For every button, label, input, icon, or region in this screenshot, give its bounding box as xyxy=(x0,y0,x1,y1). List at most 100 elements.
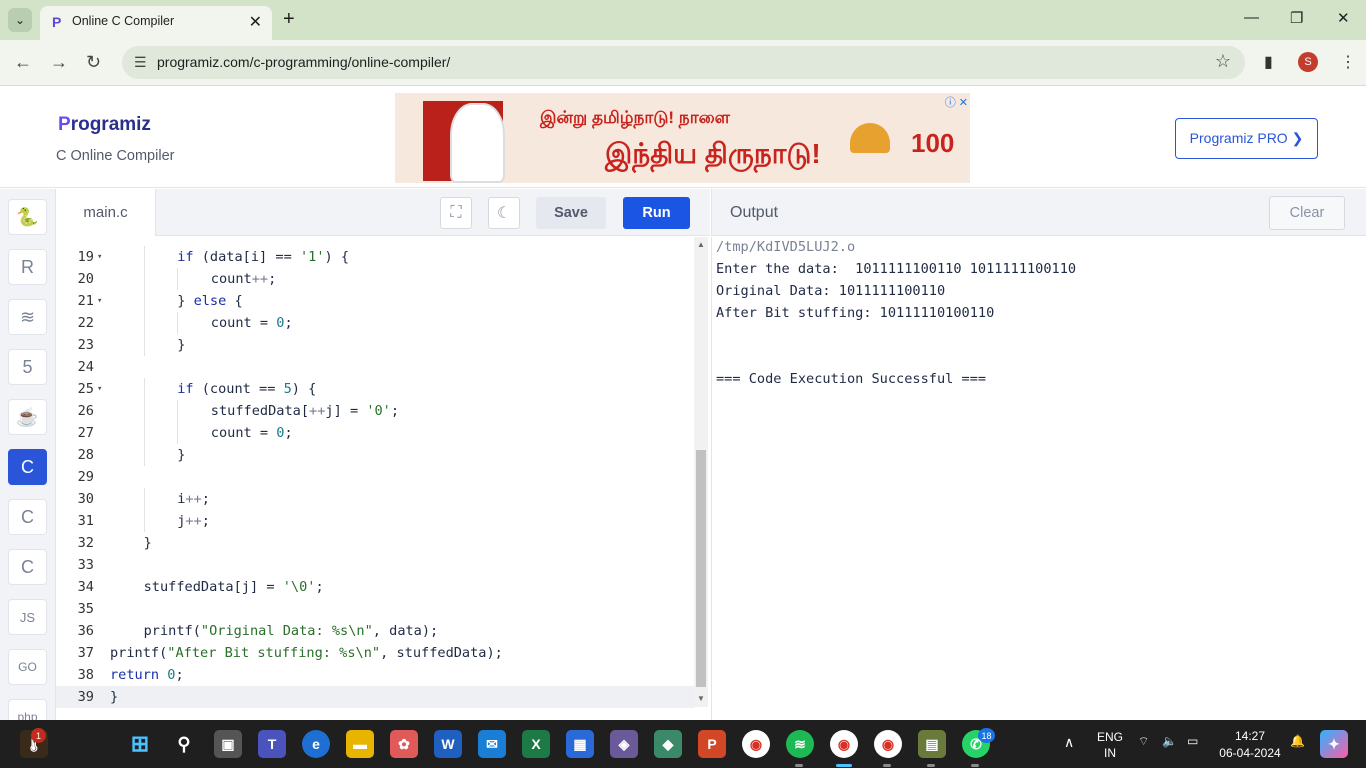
mail-icon[interactable]: ✉ xyxy=(478,730,506,758)
editor-scrollbar[interactable]: ▲ ▼ xyxy=(694,237,708,707)
r-icon[interactable]: R xyxy=(8,249,47,285)
code-line[interactable]: 26 stuffedData[++j] = '0'; xyxy=(56,400,694,422)
chrome-profile-2-icon[interactable]: ◉ xyxy=(874,730,902,758)
code-line[interactable]: 22 count = 0; xyxy=(56,312,694,334)
menu-kebab-icon[interactable]: ⋮ xyxy=(1340,52,1356,72)
tab-close-icon[interactable]: ✕ xyxy=(249,12,262,32)
code-text[interactable]: printf("After Bit stuffing: %s\n", stuff… xyxy=(110,642,503,664)
cpp-icon[interactable]: C xyxy=(8,499,47,535)
url-text[interactable]: programiz.com/c-programming/online-compi… xyxy=(157,54,450,70)
search-icon[interactable]: ⚲ xyxy=(170,730,198,758)
code-text[interactable]: i++; xyxy=(177,488,210,510)
file-explorer-icon[interactable]: ▬ xyxy=(346,730,374,758)
code-line[interactable]: 34 stuffedData[j] = '\0'; xyxy=(56,576,694,598)
code-text[interactable]: count++; xyxy=(211,268,276,290)
fold-toggle-icon[interactable]: ▾ xyxy=(97,246,102,268)
store-icon[interactable]: ▦ xyxy=(566,730,594,758)
python-icon[interactable]: 🐍 xyxy=(8,199,47,235)
app-icon-1[interactable]: ◈ xyxy=(610,730,638,758)
code-line[interactable]: 39} xyxy=(56,686,694,708)
code-line[interactable]: 37 printf("After Bit stuffing: %s\n", stu… xyxy=(56,642,694,664)
fullscreen-icon[interactable]: ⛶ xyxy=(440,197,472,229)
browser-tab[interactable]: P Online C Compiler ✕ xyxy=(40,6,272,40)
code-text[interactable]: } xyxy=(144,532,152,554)
programiz-pro-button[interactable]: Programiz PRO ❯ xyxy=(1175,118,1318,159)
code-text[interactable]: count = 0; xyxy=(211,422,293,444)
code-line[interactable]: 25 ▾ if (count == 5) { xyxy=(56,378,694,400)
clear-button[interactable]: Clear xyxy=(1269,196,1345,230)
side-panel-icon[interactable]: ▮ xyxy=(1264,52,1273,72)
code-line[interactable]: 30 i++; xyxy=(56,488,694,510)
dark-mode-icon[interactable]: ☾ xyxy=(488,197,520,229)
new-tab-button[interactable]: + xyxy=(283,8,295,30)
back-icon[interactable]: ← xyxy=(14,52,32,73)
code-text[interactable]: count = 0; xyxy=(211,312,293,334)
chrome-profile-icon[interactable]: ◉ xyxy=(830,730,858,758)
code-text[interactable]: } xyxy=(110,686,118,708)
code-line[interactable]: 19 ▾ if (data[i] == '1') { xyxy=(56,246,694,268)
fold-toggle-icon[interactable]: ▾ xyxy=(97,378,102,400)
app-icon-2[interactable]: ◆ xyxy=(654,730,682,758)
minimize-button[interactable]: — xyxy=(1244,9,1259,26)
chrome-icon[interactable]: ◉ xyxy=(742,730,770,758)
clock-time[interactable]: 14:27 xyxy=(1218,729,1282,743)
close-window-button[interactable]: ✕ xyxy=(1337,9,1350,27)
reload-icon[interactable]: ↻ xyxy=(86,52,101,73)
code-line[interactable]: 32} xyxy=(56,532,694,554)
photos-icon[interactable]: ✿ xyxy=(390,730,418,758)
ad-close-icon[interactable]: ⓘ ✕ xyxy=(945,94,968,110)
tab-search-button[interactable]: ⌄ xyxy=(8,8,32,32)
scroll-down-icon[interactable]: ▼ xyxy=(697,694,705,703)
code-line[interactable]: 36 printf("Original Data: %s\n", data); xyxy=(56,620,694,642)
restore-button[interactable]: ❐ xyxy=(1290,9,1303,27)
code-text[interactable]: stuffedData[j] = '\0'; xyxy=(144,576,324,598)
save-button[interactable]: Save xyxy=(536,197,606,229)
code-text[interactable]: if (data[i] == '1') { xyxy=(177,246,349,268)
battery-icon[interactable]: ▭ xyxy=(1187,734,1198,748)
copilot-icon[interactable]: ✦ xyxy=(1320,730,1348,758)
code-line[interactable]: 27 count = 0; xyxy=(56,422,694,444)
code-line[interactable]: 33 xyxy=(56,554,694,576)
code-text[interactable]: } xyxy=(177,444,185,466)
code-text[interactable]: printf("Original Data: %s\n", data); xyxy=(144,620,439,642)
code-text[interactable]: stuffedData[++j] = '0'; xyxy=(211,400,399,422)
code-line[interactable]: 35 xyxy=(56,598,694,620)
code-line[interactable]: 31 j++; xyxy=(56,510,694,532)
code-line[interactable]: 28} xyxy=(56,444,694,466)
code-line[interactable]: 21 ▾} else { xyxy=(56,290,694,312)
excel-icon[interactable]: X xyxy=(522,730,550,758)
word-icon[interactable]: W xyxy=(434,730,462,758)
volume-icon[interactable]: 🔈 xyxy=(1162,734,1177,748)
site-info-icon[interactable]: ☰ xyxy=(134,54,147,71)
scrollbar-thumb[interactable] xyxy=(696,450,706,687)
clock-date[interactable]: 06-04-2024 xyxy=(1216,746,1284,760)
c-icon[interactable]: C xyxy=(8,449,47,485)
language-bottom[interactable]: IN xyxy=(1096,746,1124,760)
teams-icon[interactable]: T xyxy=(258,730,286,758)
tray-overflow-icon[interactable]: ∧ xyxy=(1064,734,1074,751)
wifi-icon[interactable]: ⌔ xyxy=(1138,734,1149,749)
language-top[interactable]: ENG xyxy=(1096,730,1124,744)
code-text[interactable]: return 0; xyxy=(110,664,184,686)
powerpoint-icon[interactable]: P xyxy=(698,730,726,758)
code-line[interactable]: 20 count++; xyxy=(56,268,694,290)
sql-icon[interactable]: ≋ xyxy=(8,299,47,335)
code-text[interactable]: } xyxy=(177,334,185,356)
file-tab[interactable]: main.c xyxy=(56,189,156,236)
fold-toggle-icon[interactable]: ▾ xyxy=(97,290,102,312)
html-icon[interactable]: 5 xyxy=(8,349,47,385)
java-icon[interactable]: ☕ xyxy=(8,399,47,435)
js-icon[interactable]: JS xyxy=(8,599,47,635)
start-icon[interactable]: ⊞ xyxy=(126,730,154,758)
code-editor[interactable]: 19 ▾ if (data[i] == '1') {20 count++; 21 ▾} e… xyxy=(56,237,710,720)
code-line[interactable]: 23} xyxy=(56,334,694,356)
edge-icon[interactable]: e xyxy=(302,730,330,758)
notification-bell-icon[interactable]: 🔔 xyxy=(1290,734,1305,748)
task-view-icon[interactable]: ▣ xyxy=(214,730,242,758)
code-text[interactable]: j++; xyxy=(177,510,210,532)
advertisement-banner[interactable]: இன்று தமிழ்நாடு! நாளை இந்திய திருநாடு! 1… xyxy=(395,93,970,183)
go-icon[interactable]: GO xyxy=(8,649,47,685)
bookmark-star-icon[interactable]: ☆ xyxy=(1215,51,1231,72)
programiz-logo[interactable]: Programiz xyxy=(58,114,151,136)
code-text[interactable]: } else { xyxy=(177,290,243,312)
